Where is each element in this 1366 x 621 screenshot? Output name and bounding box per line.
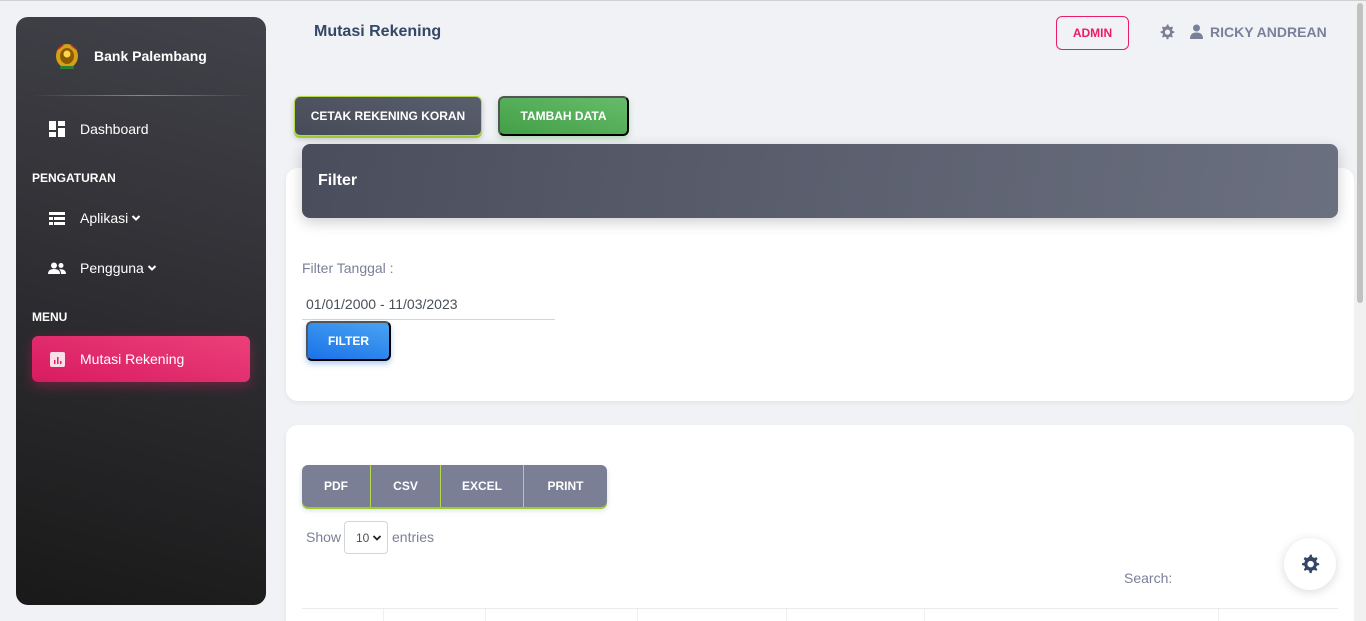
sidebar-item-label: Mutasi Rekening — [80, 351, 185, 367]
export-csv-button[interactable]: CSV — [371, 465, 441, 507]
cetak-rekening-koran-button[interactable]: CETAK REKENING KORAN — [294, 96, 482, 136]
page-title: Mutasi Rekening — [314, 23, 442, 40]
entries-value: 10 — [356, 530, 370, 545]
table-header-cell[interactable] — [486, 609, 638, 621]
export-print-button[interactable]: PRINT — [524, 465, 607, 507]
section-pengaturan: PENGATURAN — [32, 171, 116, 185]
sidebar-item-aplikasi[interactable]: Aplikasi — [32, 195, 250, 241]
table-header-row — [302, 608, 1338, 621]
settings-gear-icon — [1302, 554, 1320, 574]
page-scrollbar[interactable] — [1354, 1, 1366, 621]
sidebar-item-dashboard[interactable]: Dashboard — [32, 106, 250, 152]
sidebar-divider — [32, 95, 250, 96]
bank-logo-icon — [56, 44, 78, 69]
date-range-input[interactable] — [302, 289, 555, 320]
table-list-icon — [48, 209, 66, 227]
table-header-cell[interactable] — [302, 609, 384, 621]
table-header-cell[interactable] — [925, 609, 1219, 621]
entries-label: entries — [392, 529, 435, 545]
table-header-cell[interactable] — [638, 609, 787, 621]
table-header-cell[interactable] — [787, 609, 925, 621]
filter-card-header: Filter — [302, 144, 1338, 218]
brand-name: Bank Palembang — [94, 48, 207, 64]
filter-title: Filter — [318, 172, 358, 189]
scrollbar-thumb[interactable] — [1357, 3, 1363, 303]
admin-role-button[interactable]: ADMIN — [1056, 16, 1129, 50]
chevron-down-icon — [373, 534, 382, 541]
export-button-group: PDF CSV EXCEL PRINT — [302, 465, 607, 507]
sidebar-item-label: Dashboard — [80, 121, 149, 137]
table-card — [286, 425, 1354, 621]
table-header-cell[interactable] — [384, 609, 486, 621]
users-icon — [48, 259, 66, 277]
filter-date-label: Filter Tanggal : — [302, 260, 394, 276]
report-icon — [48, 350, 66, 368]
export-pdf-button[interactable]: PDF — [302, 465, 371, 507]
section-menu: MENU — [32, 310, 68, 324]
chevron-down-icon — [147, 265, 157, 271]
sidebar-item-label: Pengguna — [80, 260, 144, 276]
tambah-data-button[interactable]: TAMBAH DATA — [498, 96, 629, 136]
chevron-down-icon — [132, 215, 141, 221]
user-name[interactable]: RICKY ANDREAN — [1210, 24, 1327, 40]
entries-select[interactable]: 10 — [344, 521, 388, 554]
sidebar-item-label: Aplikasi — [80, 210, 129, 226]
dashboard-icon — [48, 120, 66, 138]
search-label: Search: — [1124, 570, 1173, 586]
table-header-cell[interactable] — [1219, 609, 1338, 621]
config-fab-button[interactable] — [1284, 538, 1336, 590]
show-label: Show — [306, 529, 342, 545]
export-excel-button[interactable]: EXCEL — [441, 465, 524, 507]
settings-gear-icon[interactable] — [1159, 24, 1175, 40]
filter-button[interactable]: FILTER — [306, 321, 391, 361]
sidebar-item-pengguna[interactable]: Pengguna — [32, 245, 250, 291]
sidebar-item-mutasi-rekening[interactable]: Mutasi Rekening — [32, 336, 250, 382]
brand[interactable]: Bank Palembang — [16, 17, 266, 95]
user-icon — [1190, 24, 1203, 39]
